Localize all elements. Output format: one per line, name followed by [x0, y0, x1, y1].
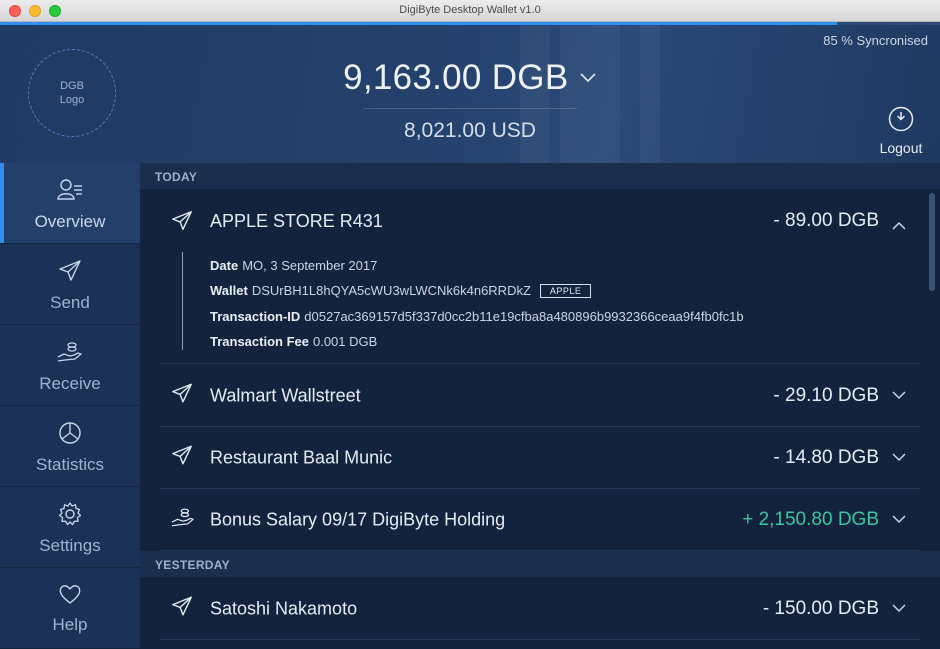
send-icon [0, 258, 140, 289]
transaction-amount: - 29.10 DGB [773, 384, 879, 406]
balance-divider [363, 108, 577, 109]
transaction-amount: - 89.00 DGB [773, 210, 879, 231]
transaction-amount: + 2,150.80 DGB [742, 508, 879, 530]
send-icon [170, 381, 194, 410]
detail-label: Transaction Fee [210, 334, 309, 349]
sidebar-item-help[interactable]: Help [0, 568, 140, 649]
heart-icon [0, 582, 140, 611]
statistics-icon [0, 420, 140, 451]
sidebar-item-label: Settings [39, 536, 101, 555]
chevron-down-icon[interactable] [892, 387, 906, 405]
sidebar-item-statistics[interactable]: Statistics [0, 406, 140, 487]
logout-label: Logout [879, 140, 923, 156]
detail-value[interactable]: d0527ac369157d5f337d0cc2b11e19cfba8a4808… [304, 309, 743, 324]
transaction-item[interactable]: Bonus Salary 09/17 DigiByte Holding + 2,… [160, 489, 920, 551]
section-header-yesterday: YESTERDAY [140, 551, 940, 577]
transaction-name: Restaurant Baal Munic [210, 447, 393, 467]
sidebar-item-label: Help [52, 615, 88, 634]
sidebar-item-label: Send [50, 293, 90, 312]
transaction-amount: - 14.80 DGB [773, 446, 879, 468]
transaction-amount: - 150.00 DGB [762, 597, 879, 619]
detail-value: MO, 3 September 2017 [242, 258, 378, 273]
overview-icon [0, 177, 140, 208]
detail-label: Transaction-ID [210, 309, 301, 324]
detail-fee: Transaction Fee 0.001 DGB [210, 334, 377, 349]
sync-status-text: 85 % Syncronised [823, 33, 928, 48]
detail-label: Wallet [210, 283, 248, 298]
transaction-item-expanded[interactable]: APPLE STORE R431 - 89.00 DGB Date MO, 3 S… [160, 190, 920, 364]
sidebar-item-label: Overview [34, 212, 106, 231]
power-icon [872, 105, 930, 136]
logout-button[interactable]: Logout [872, 105, 930, 158]
window-titlebar: DigiByte Desktop Wallet v1.0 [0, 0, 940, 22]
sidebar-item-label: Statistics [35, 455, 105, 474]
sync-progress-fill [0, 22, 837, 25]
gear-icon [0, 501, 140, 532]
chevron-down-icon[interactable] [892, 449, 906, 467]
scrollbar-thumb[interactable] [929, 193, 935, 291]
sidebar-item-receive[interactable]: Receive [0, 325, 140, 406]
send-icon [170, 209, 194, 238]
detail-wallet: Wallet DSUrBH1L8hQYA5cWU3wLWCNk6k4n6RRDkZ… [210, 283, 592, 298]
section-header-today: TODAY [140, 163, 940, 189]
transaction-name: Bonus Salary 09/17 DigiByte Holding [210, 509, 506, 529]
detail-label: Date [210, 258, 239, 273]
transaction-item[interactable]: Restaurant Baal Munic - 14.80 DGB [160, 427, 920, 489]
balance-amount: 9,163.00 DGB [343, 58, 569, 97]
window-title: DigiByte Desktop Wallet v1.0 [399, 4, 541, 16]
chevron-up-icon[interactable] [892, 217, 906, 235]
transaction-details: Date MO, 3 September 2017 Wallet DSUrBH1L8… [182, 252, 902, 350]
send-icon [170, 594, 194, 623]
detail-transaction-id: Transaction-ID d0527ac369157d5f337d0cc2b1… [210, 309, 744, 324]
sidebar-item-settings[interactable]: Settings [0, 487, 140, 568]
detail-value: 0.001 DGB [312, 334, 378, 349]
send-icon [170, 443, 194, 472]
transaction-name: Walmart Wallstreet [210, 385, 361, 405]
transaction-item[interactable]: Satoshi Nakamoto - 150.00 DGB [160, 578, 920, 640]
sidebar-item-label: Receive [39, 374, 101, 393]
detail-date: Date MO, 3 September 2017 [210, 258, 377, 273]
sidebar: Overview Send Receive Statistics Setting… [0, 163, 140, 649]
chevron-down-icon[interactable] [892, 511, 906, 529]
transaction-name: APPLE STORE R431 [210, 211, 383, 231]
transaction-item[interactable]: Walmart Wallstreet - 29.10 DGB [160, 365, 920, 427]
chevron-down-icon[interactable] [579, 70, 597, 88]
sidebar-item-send[interactable]: Send [0, 244, 140, 325]
fiat-balance: 8,021.00 USD [404, 119, 536, 142]
sidebar-item-overview[interactable]: Overview [0, 163, 140, 244]
receive-icon [170, 505, 196, 534]
receive-icon [0, 339, 140, 370]
transaction-name: Satoshi Nakamoto [210, 598, 358, 618]
transaction-list: TODAY APPLE STORE R431 - 89.00 DGB Date M… [140, 163, 940, 649]
chevron-down-icon[interactable] [892, 600, 906, 618]
balance-selector[interactable]: 9,163.00 DGB [0, 58, 940, 98]
wallet-header: 85 % Syncronised DGB Logo 9,163.00 DGB 8… [0, 22, 940, 163]
detail-value[interactable]: DSUrBH1L8hQYA5cWU3wLWCNk6k4n6RRDkZ [252, 283, 531, 298]
sync-progress-bar [0, 22, 940, 25]
transaction-header[interactable]: APPLE STORE R431 - 89.00 DGB [160, 190, 920, 252]
wallet-tag-badge: APPLE [539, 284, 592, 298]
